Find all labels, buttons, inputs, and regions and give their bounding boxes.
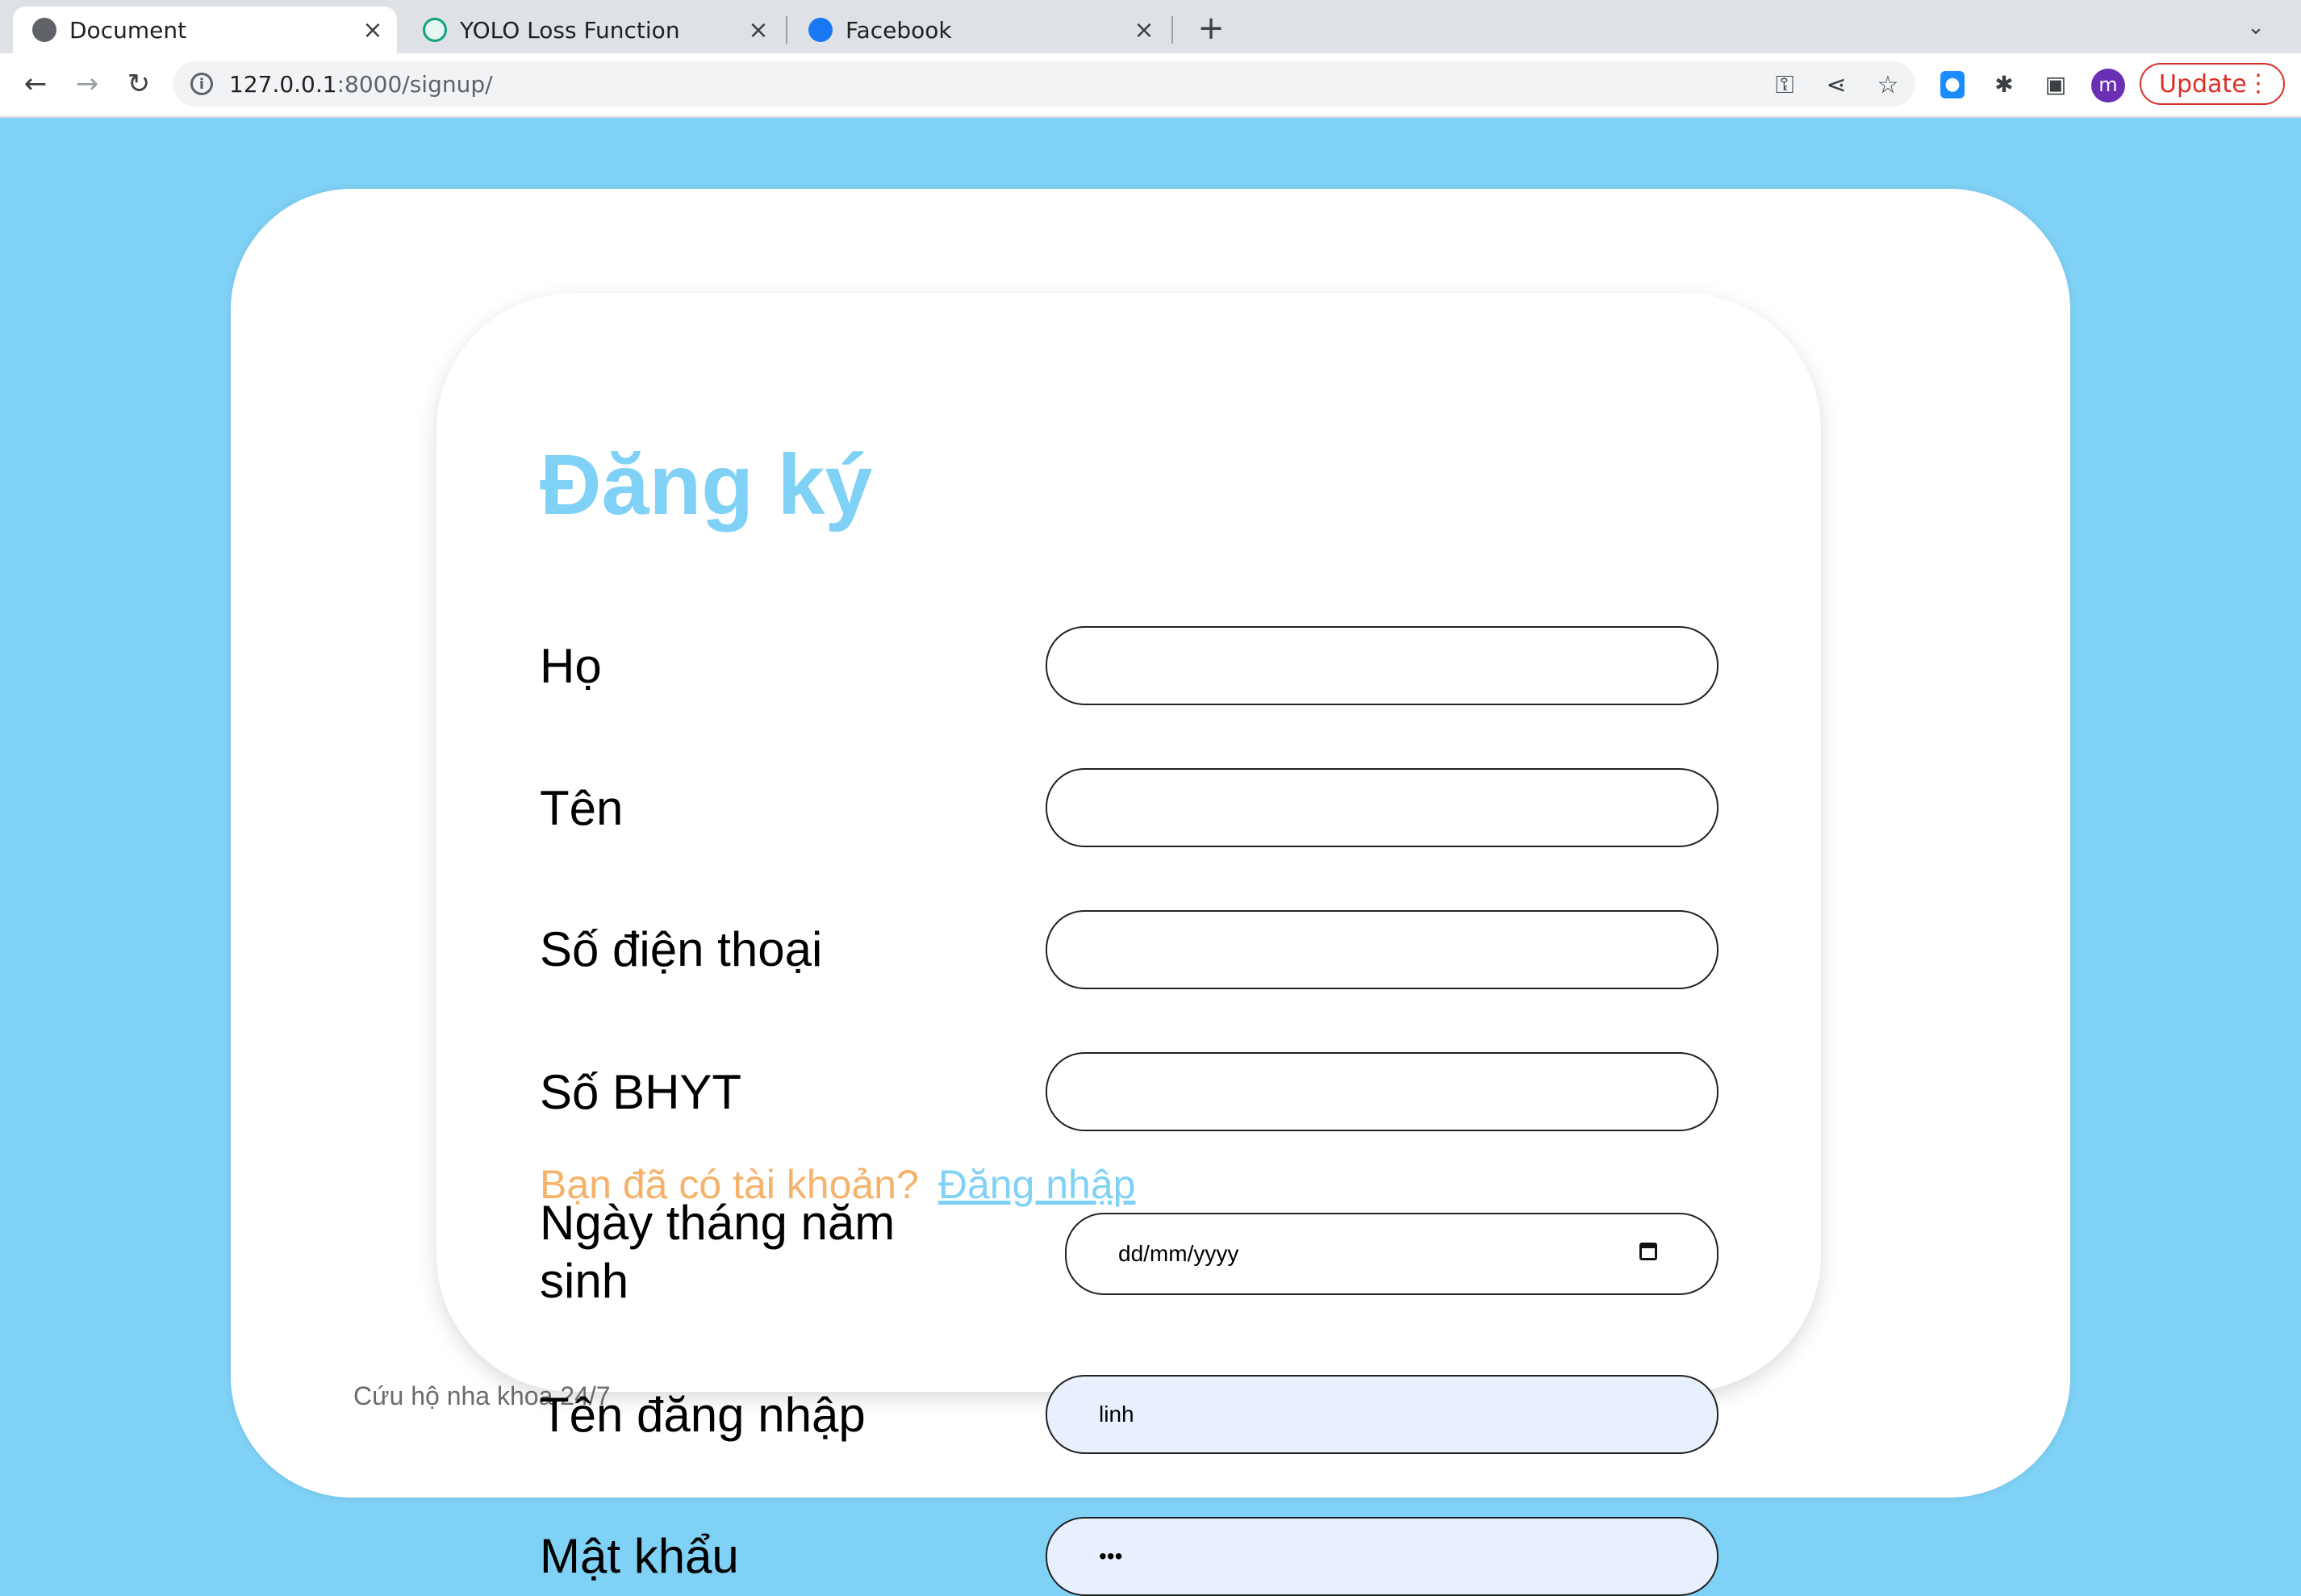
reload-icon[interactable]: ↻ [121, 66, 157, 102]
tab-strip: Document × YOLO Loss Function × Facebook… [0, 0, 2301, 53]
extension-drop-icon[interactable]: ● [1940, 71, 1965, 98]
password-input[interactable] [1046, 1517, 1718, 1596]
update-button[interactable]: Update ⋮ [2140, 63, 2285, 105]
label-username: Tên đăng nhập [540, 1388, 866, 1442]
site-info-icon[interactable]: i [190, 73, 213, 95]
close-icon[interactable]: × [742, 16, 775, 44]
bhyt-input[interactable] [1046, 1052, 1718, 1131]
menu-dots-icon[interactable]: ⋮ [2246, 69, 2270, 98]
key-icon[interactable]: ⚿ [1769, 69, 1801, 102]
phone-input[interactable] [1046, 910, 1718, 989]
avatar[interactable]: m [2091, 69, 2125, 102]
tab-divider [786, 16, 787, 44]
new-tab-icon[interactable]: + [1191, 8, 1231, 48]
address-bar[interactable]: i 127.0.0.1:8000/signup/ ⚿ ⋖ ☆ [173, 61, 1915, 107]
page-title: Đăng ký [540, 437, 873, 533]
close-icon[interactable]: × [357, 16, 389, 44]
label-birthdate: Ngày tháng năm sinh [540, 1196, 896, 1308]
openai-icon [423, 18, 447, 42]
ten-input[interactable] [1046, 768, 1718, 847]
birthdate-input[interactable]: dd/mm/yyyy [1065, 1213, 1718, 1295]
address-url: 127.0.0.1:8000/signup/ [229, 71, 493, 98]
back-icon[interactable]: ← [18, 66, 53, 102]
extensions-puzzle-icon[interactable]: ✱ [1988, 69, 2020, 101]
url-host: 127.0.0.1 [229, 70, 337, 98]
label-password: Mật khẩu [540, 1529, 739, 1583]
forward-icon[interactable]: → [69, 66, 105, 102]
tab-document[interactable]: Document × [13, 6, 397, 53]
side-panel-icon[interactable]: ▣ [2040, 69, 2072, 101]
tab-divider [1171, 16, 1173, 44]
browser-toolbar: ← → ↻ i 127.0.0.1:8000/signup/ ⚿ ⋖ ☆ ● ✱… [0, 53, 2301, 118]
ho-input[interactable] [1046, 626, 1718, 705]
label-ten: Tên [540, 781, 624, 835]
tab-title: YOLO Loss Function [460, 16, 680, 44]
username-input[interactable] [1046, 1375, 1718, 1454]
globe-icon [32, 18, 56, 42]
tab-yolo-loss-function[interactable]: YOLO Loss Function × [403, 6, 783, 53]
tab-search-icon[interactable]: ⌄ [2240, 11, 2272, 44]
tab-facebook[interactable]: Facebook × [789, 6, 1168, 53]
url-path: :8000/signup/ [336, 70, 493, 98]
label-bhyt: Số BHYT [540, 1065, 742, 1119]
update-label: Update [2159, 69, 2247, 98]
facebook-icon [808, 18, 833, 42]
calendar-icon[interactable] [1639, 1243, 1657, 1260]
share-icon[interactable]: ⋖ [1820, 69, 1852, 102]
label-phone: Số điện thoại [540, 922, 823, 976]
bookmark-star-icon[interactable]: ☆ [1872, 69, 1904, 102]
close-icon[interactable]: × [1128, 16, 1160, 44]
tab-title: Document [69, 16, 187, 44]
label-ho: Họ [540, 639, 602, 693]
birthdate-picker[interactable]: dd/mm/yyyy [1065, 1213, 1718, 1295]
tab-title: Facebook [846, 16, 952, 44]
